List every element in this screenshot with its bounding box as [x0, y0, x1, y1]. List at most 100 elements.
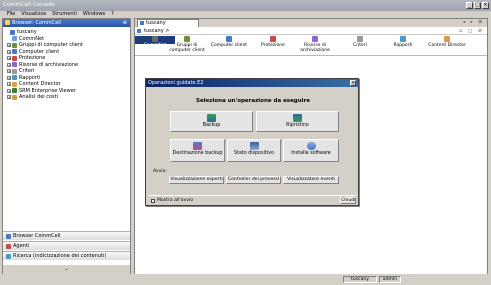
tree-node-icon	[12, 36, 17, 42]
status-bar: tuscany admin	[0, 275, 491, 285]
toolbar-item-icon	[226, 36, 232, 42]
browser-pane-header: Browser: CommCell ⊕	[3, 19, 130, 27]
dialog-close-button[interactable]: Chiudi	[340, 197, 356, 204]
install-software-button[interactable]: Installa software	[283, 139, 339, 162]
tree-node-icon	[12, 68, 17, 74]
toolbar-item[interactable]: Rapporti	[383, 36, 423, 48]
status-user: admin	[379, 276, 401, 283]
restore-button[interactable]: Ripristino	[256, 111, 339, 132]
close-window-button[interactable]: ×	[482, 2, 489, 9]
backup-icon	[207, 114, 216, 122]
tab-scroll-controls[interactable]: ◂ ▸ ⊠	[463, 20, 484, 25]
toolbar-item[interactable]: Content Director	[427, 36, 467, 48]
tree-item-label: Analisi dei costi	[19, 94, 59, 100]
toolbar-item-icon	[400, 36, 406, 42]
window-title: CommCell Console	[3, 2, 55, 8]
device-status-icon	[249, 142, 259, 150]
breadcrumb-icon	[137, 29, 141, 33]
tab-tuscany[interactable]: tuscany	[137, 19, 199, 27]
toolbar-item-label: Computer client	[210, 43, 248, 48]
tree-expander-icon[interactable]: +	[7, 62, 11, 67]
tree-expander-icon[interactable]: +	[7, 95, 11, 100]
search-nav-icon	[6, 254, 11, 259]
menu-bar: File Visualizza Strumenti Windows ?	[0, 11, 491, 18]
restore-label: Ripristino	[286, 123, 309, 128]
browser-nav-icon	[6, 234, 11, 239]
expert-view-button[interactable]: Visualizzazione esperti	[169, 176, 224, 184]
toolbar-item[interactable]: Computer client	[209, 36, 249, 48]
toolbar-item-icon	[357, 36, 363, 42]
dialog-titlebar: Operazioni guidate E2	[146, 79, 358, 87]
install-software-icon	[306, 142, 316, 150]
toolbar-item-label: Risorse di archiviazione	[300, 43, 330, 53]
nav-search[interactable]: Ricerca (indicizzazione dei contenuti)	[3, 251, 130, 260]
event-viewer-button[interactable]: Visualizzatore eventi	[283, 176, 339, 184]
tree-node-icon	[12, 88, 17, 94]
menu-help[interactable]: ?	[111, 11, 114, 18]
commcell-icon	[5, 20, 10, 25]
tree-node-icon	[12, 49, 17, 55]
menu-tools[interactable]: Strumenti	[52, 11, 77, 18]
toolbar-item-label: Criteri	[353, 43, 367, 48]
backup-button[interactable]: Backup	[170, 111, 253, 132]
dialog-title: Operazioni guidate E2	[148, 80, 204, 86]
nav-label: Agenti	[13, 243, 30, 249]
maximize-button[interactable]: □	[474, 2, 481, 9]
toolbar-item-icon	[184, 36, 190, 42]
toolbar-item[interactable]: Risorse di archiviazione	[295, 36, 335, 53]
nav-browser-commcell[interactable]: Browser CommCell	[3, 231, 130, 240]
menu-file[interactable]: File	[7, 11, 15, 18]
breadcrumb-text[interactable]: tuscany >	[144, 28, 169, 34]
device-status-button[interactable]: Stato dispositivo	[227, 139, 281, 162]
backup-label: Backup	[202, 123, 221, 128]
nav-label: Ricerca (indicizzazione dei contenuti)	[13, 253, 107, 259]
toolbar-item-icon	[444, 36, 450, 42]
toolbar-item[interactable]: Protezione	[253, 36, 293, 48]
toolbar-item-label: Content Director	[428, 43, 466, 48]
nav-overflow-chevron-icon[interactable]: ⌄	[3, 265, 130, 274]
dialog-heading: Seleziona un'operazione da eseguire	[195, 98, 310, 104]
tree-item[interactable]: + Analisi dei costi	[5, 94, 130, 101]
nav-label: Browser CommCell	[13, 233, 61, 239]
menu-windows[interactable]: Windows	[83, 11, 105, 18]
window-titlebar: CommCell Console _ □ ×	[0, 0, 491, 11]
toolbar-item-icon	[270, 36, 276, 42]
agents-nav-icon	[6, 244, 11, 249]
tree-node-icon	[12, 55, 17, 61]
pin-icon[interactable]: ⊕	[123, 19, 127, 27]
tree-expander-icon[interactable]: +	[7, 75, 11, 80]
commcell-tree: tuscany CommNet + Gruppi di computer client…	[3, 27, 130, 101]
tree-expander-icon[interactable]: +	[7, 88, 11, 93]
entity-toolbar: CommNet Gruppi di computer client Computer…	[135, 35, 487, 55]
view-controls[interactable]: ▫ ◻ ⊘	[459, 27, 484, 35]
tree-expander-icon[interactable]: +	[7, 56, 11, 61]
backup-destination-label: Destinazione backup	[172, 151, 223, 156]
tab-icon	[140, 21, 144, 25]
menu-view[interactable]: Visualizza	[21, 11, 46, 18]
backup-destination-button[interactable]: Destinazione backup	[170, 139, 225, 162]
launch-label: Avvia:	[153, 169, 167, 174]
restore-icon	[293, 114, 302, 122]
toolbar-item-label: Rapporti	[393, 43, 413, 48]
minimize-button[interactable]: _	[466, 2, 473, 9]
toolbar-item-label: Protezione	[261, 43, 285, 48]
process-controller-button[interactable]: Controller dei processi	[226, 176, 281, 184]
toolbar-item[interactable]: Gruppi di computer client	[167, 36, 207, 53]
nav-agents[interactable]: Agenti	[3, 241, 130, 250]
tree-expander-icon[interactable]: +	[7, 69, 11, 74]
show-at-startup-checkbox[interactable]	[151, 199, 155, 203]
tree-node-icon	[12, 62, 17, 68]
dialog-footer: Mostra all'avvio Chiudi	[149, 195, 356, 204]
install-software-label: Installa software	[291, 151, 331, 156]
tree-expander-icon[interactable]: +	[7, 43, 11, 48]
tree-expander-icon[interactable]: +	[7, 82, 11, 87]
window-controls: _ □ ×	[466, 2, 489, 9]
tree-expander-icon[interactable]: +	[7, 49, 11, 54]
dialog-close-icon[interactable]: ×	[350, 80, 356, 86]
backup-destination-icon	[193, 142, 202, 150]
toolbar-item-icon	[312, 36, 318, 42]
browser-pane-title: Browser: CommCell	[12, 20, 62, 26]
tree-node-icon	[12, 75, 17, 81]
toolbar-item[interactable]: Criteri	[340, 36, 380, 48]
tree-node-icon	[12, 94, 17, 100]
